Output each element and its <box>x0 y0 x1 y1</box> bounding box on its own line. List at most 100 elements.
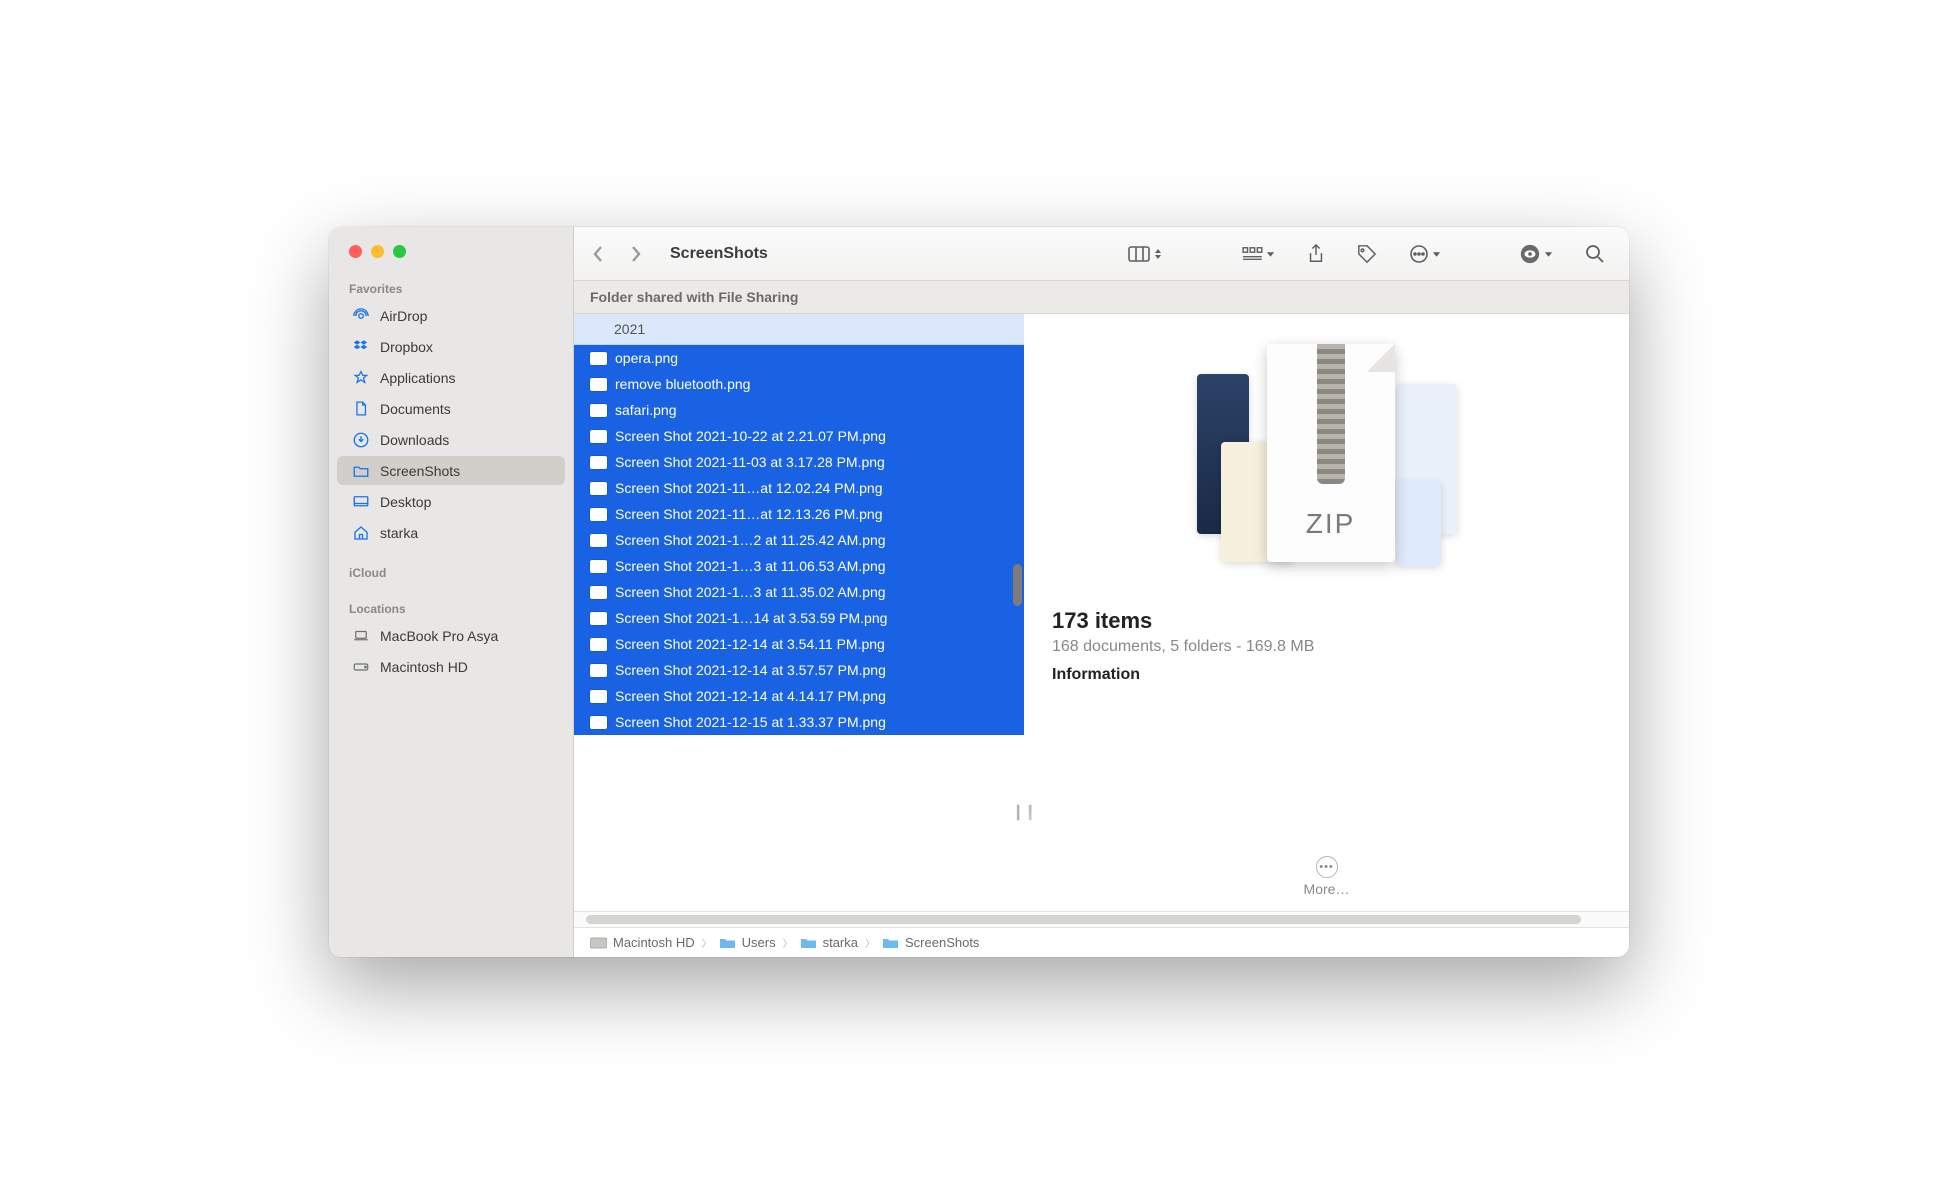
file-row[interactable]: opera.png <box>574 345 1024 371</box>
file-thumbnail-icon <box>590 638 607 651</box>
file-name: Screen Shot 2021-12-14 at 4.14.17 PM.png <box>615 688 886 704</box>
sidebar-item-label: Documents <box>380 401 451 417</box>
ellipsis-icon: ••• <box>1316 856 1338 878</box>
close-button[interactable] <box>349 245 362 258</box>
more-button[interactable]: ••• More… <box>1024 841 1629 911</box>
path-label: Users <box>742 935 776 950</box>
sidebar-item-label: ScreenShots <box>380 463 460 479</box>
file-row[interactable]: Screen Shot 2021-12-15 at 1.33.37 PM.png <box>574 709 1024 735</box>
file-row[interactable]: Screen Shot 2021-1…2 at 11.25.42 AM.png <box>574 527 1024 553</box>
path-segment[interactable]: Users <box>719 935 776 950</box>
file-row[interactable]: Screen Shot 2021-12-14 at 3.57.57 PM.png <box>574 657 1024 683</box>
file-row[interactable]: Screen Shot 2021-11…at 12.13.26 PM.png <box>574 501 1024 527</box>
sidebar-item-documents[interactable]: Documents <box>337 394 565 423</box>
file-row[interactable]: Screen Shot 2021-11-03 at 3.17.28 PM.png <box>574 449 1024 475</box>
file-thumbnail-icon <box>590 612 607 625</box>
applications-icon <box>351 368 370 387</box>
minimize-button[interactable] <box>371 245 384 258</box>
preview-toggle-button[interactable] <box>1513 239 1559 269</box>
file-name: Screen Shot 2021-1…2 at 11.25.42 AM.png <box>615 532 886 548</box>
file-name: Screen Shot 2021-12-15 at 1.33.37 PM.png <box>615 714 886 730</box>
scrollbar-thumb[interactable] <box>586 915 1581 924</box>
airdrop-icon <box>351 306 370 325</box>
group-button[interactable] <box>1235 242 1281 266</box>
sidebar-item-macintosh-hd[interactable]: Macintosh HD <box>337 652 565 681</box>
folder-icon <box>800 936 817 950</box>
file-row[interactable]: Screen Shot 2021-1…3 at 11.35.02 AM.png <box>574 579 1024 605</box>
search-button[interactable] <box>1579 240 1611 268</box>
zoom-button[interactable] <box>393 245 406 258</box>
scrollbar-thumb[interactable] <box>1013 564 1022 606</box>
file-thumbnail-icon <box>590 456 607 469</box>
home-icon <box>351 523 370 542</box>
path-label: ScreenShots <box>905 935 979 950</box>
path-segment[interactable]: ScreenShots <box>882 935 979 950</box>
disk-icon <box>351 657 370 676</box>
file-row[interactable]: safari.png <box>574 397 1024 423</box>
column-scrollbar[interactable] <box>1010 350 1024 911</box>
forward-button[interactable] <box>630 245 646 263</box>
preview-pane: ZIP 173 items 168 documents, 5 folders -… <box>1024 314 1629 911</box>
laptop-icon <box>351 626 370 645</box>
view-columns-button[interactable] <box>1122 242 1169 266</box>
path-segment[interactable]: starka <box>800 935 858 950</box>
chevron-right-icon: 〉 <box>783 935 793 950</box>
sidebar-section-icloud: iCloud <box>329 560 573 584</box>
sidebar-item-dropbox[interactable]: Dropbox <box>337 332 565 361</box>
file-name: Screen Shot 2021-11-03 at 3.17.28 PM.png <box>615 454 885 470</box>
sidebar-item-applications[interactable]: Applications <box>337 363 565 392</box>
tags-button[interactable] <box>1351 240 1383 268</box>
preview-title: 173 items <box>1052 608 1601 634</box>
file-thumbnail-icon <box>590 716 607 729</box>
folder-icon <box>719 936 736 950</box>
sidebar-item-downloads[interactable]: Downloads <box>337 425 565 454</box>
window-title: ScreenShots <box>670 245 768 263</box>
file-row[interactable]: Screen Shot 2021-10-22 at 2.21.07 PM.png <box>574 423 1024 449</box>
path-bar: Macintosh HD 〉 Users 〉 starka 〉 ScreenSh… <box>574 927 1629 957</box>
sidebar-item-label: Desktop <box>380 494 431 510</box>
preview-thumbnail: ZIP <box>1052 334 1601 584</box>
file-thumbnail-icon <box>590 534 607 547</box>
file-thumbnail-icon <box>590 430 607 443</box>
file-thumbnail-icon <box>590 378 607 391</box>
file-thumbnail-icon <box>590 664 607 677</box>
horizontal-scrollbar[interactable] <box>574 911 1629 927</box>
chevron-right-icon: 〉 <box>702 935 712 950</box>
sidebar-section-favorites: Favorites <box>329 276 573 300</box>
file-name: Screen Shot 2021-1…3 at 11.06.53 AM.png <box>615 558 886 574</box>
file-name: safari.png <box>615 402 676 418</box>
file-row[interactable]: Screen Shot 2021-11…at 12.02.24 PM.png <box>574 475 1024 501</box>
document-icon <box>351 399 370 418</box>
share-button[interactable] <box>1301 240 1331 268</box>
file-row[interactable]: Screen Shot 2021-1…3 at 11.06.53 AM.png <box>574 553 1024 579</box>
file-row[interactable]: Screen Shot 2021-1…14 at 3.53.59 PM.png <box>574 605 1024 631</box>
file-row[interactable]: Screen Shot 2021-12-14 at 4.14.17 PM.png <box>574 683 1024 709</box>
sidebar-item-desktop[interactable]: Desktop <box>337 487 565 516</box>
sidebar-item-macbook[interactable]: MacBook Pro Asya <box>337 621 565 650</box>
column-header[interactable]: 2021 <box>574 314 1024 345</box>
sidebar-item-label: starka <box>380 525 418 541</box>
dropbox-icon <box>351 337 370 356</box>
zip-icon: ZIP <box>1267 344 1395 562</box>
preview-info-heading: Information <box>1052 666 1601 684</box>
download-icon <box>351 430 370 449</box>
file-name: Screen Shot 2021-1…3 at 11.35.02 AM.png <box>615 584 886 600</box>
file-list[interactable]: opera.png remove bluetooth.png safari.png S… <box>574 345 1024 911</box>
file-row[interactable]: Screen Shot 2021-12-14 at 3.54.11 PM.png <box>574 631 1024 657</box>
file-name: Screen Shot 2021-1…14 at 3.53.59 PM.png <box>615 610 887 626</box>
sharing-banner: Folder shared with File Sharing <box>574 281 1629 314</box>
file-row[interactable]: remove bluetooth.png <box>574 371 1024 397</box>
zip-label: ZIP <box>1306 508 1356 540</box>
finder-window: Favorites AirDrop Dropbox Applications D… <box>329 227 1629 957</box>
sidebar-item-label: Downloads <box>380 432 449 448</box>
sidebar-item-label: Applications <box>380 370 456 386</box>
file-name: remove bluetooth.png <box>615 376 750 392</box>
sidebar-item-airdrop[interactable]: AirDrop <box>337 301 565 330</box>
window-controls <box>329 245 573 258</box>
sidebar-item-screenshots[interactable]: ScreenShots <box>337 456 565 485</box>
file-thumbnail-icon <box>590 560 607 573</box>
action-button[interactable] <box>1403 240 1447 268</box>
back-button[interactable] <box>592 245 608 263</box>
path-segment[interactable]: Macintosh HD <box>590 935 695 950</box>
sidebar-item-home[interactable]: starka <box>337 518 565 547</box>
